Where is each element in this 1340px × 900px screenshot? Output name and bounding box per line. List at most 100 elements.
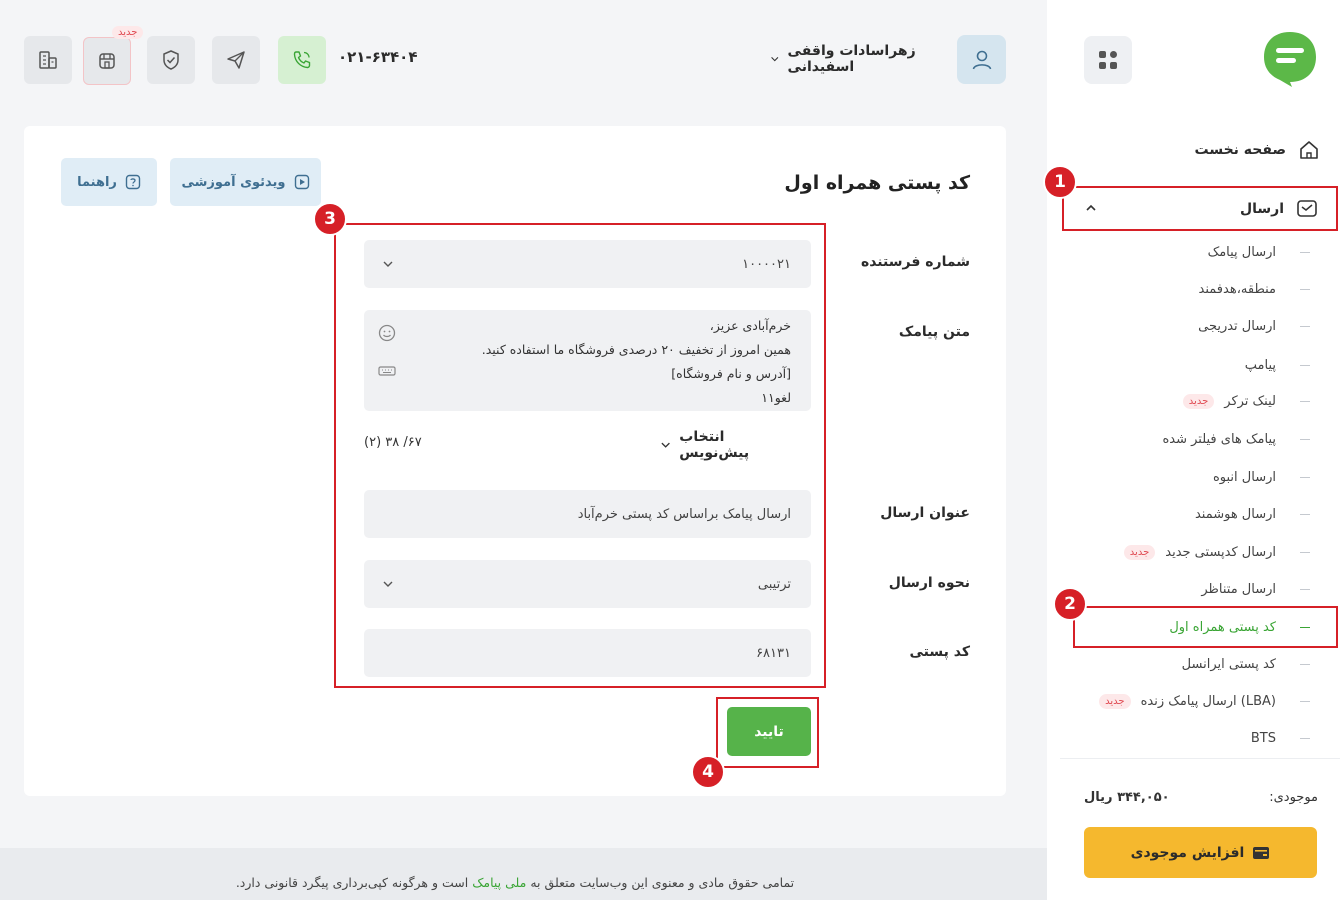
wallet-icon	[1253, 846, 1270, 859]
user-menu[interactable]: زهراسادات واقفی اسفیدانی	[770, 43, 946, 75]
sidebar-item-label: ارسال تدریجی	[1198, 318, 1276, 334]
sidebar-item-bulk-send[interactable]: ارسال انبوه	[1080, 465, 1310, 489]
call-support-button[interactable]	[278, 36, 326, 84]
dash-icon	[1300, 737, 1310, 739]
nav-home-label: صفحه نخست	[1194, 142, 1286, 158]
annotation-marker-2: 2	[1053, 587, 1087, 621]
chevron-up-icon	[1086, 204, 1096, 211]
footer-text-before: تمامی حقوق مادی و معنوی این وب‌سایت متعل…	[530, 875, 795, 890]
dash-icon	[1300, 400, 1310, 402]
dash-icon	[1300, 476, 1310, 478]
draft-template-label: انتخاب پیش‌نویس	[679, 429, 750, 461]
grid-icon	[1099, 51, 1117, 69]
chevron-down-icon	[383, 261, 393, 267]
new-badge: جدید	[1099, 693, 1131, 709]
sidebar-item-mci-postal[interactable]: کد پستی همراه اول	[1080, 615, 1310, 639]
telegram-button[interactable]	[212, 36, 260, 84]
sidebar-item-targeted-area[interactable]: منطقه،هدفمند	[1080, 277, 1310, 301]
send-method-select[interactable]: ترتیبی	[364, 560, 811, 608]
dash-icon	[1300, 251, 1310, 253]
sidebar-item-gradual-send[interactable]: ارسال تدریجی	[1080, 314, 1310, 338]
send-title-label: عنوان ارسال	[880, 505, 970, 521]
chevron-down-icon	[771, 57, 779, 62]
home-icon	[1300, 141, 1318, 159]
sidebar-item-new-postal-send[interactable]: جدید ارسال کدپستی جدید	[1080, 540, 1310, 564]
sidebar-item-label: ارسال پیامک زنده (LBA)	[1140, 693, 1276, 709]
sidebar-item-send-sms[interactable]: ارسال پیامک	[1080, 240, 1310, 264]
sidebar-item-smart-send[interactable]: ارسال هوشمند	[1080, 502, 1310, 526]
footer-text-after: است و هرگونه کپی‌برداری پیگرد قانونی دار…	[235, 875, 469, 890]
store-button[interactable]	[83, 37, 131, 85]
sidebar-item-label: ارسال هوشمند	[1194, 506, 1276, 522]
draft-template-select[interactable]: انتخاب پیش‌نویس	[660, 429, 792, 461]
sidebar-item-irancell-postal[interactable]: کد پستی ایرانسل	[1080, 652, 1310, 676]
sidebar-item-label: ارسال متناظر	[1201, 581, 1276, 597]
sidebar-item-bts[interactable]: BTS	[1080, 726, 1310, 750]
paper-plane-icon	[227, 51, 245, 69]
new-badge: جدید	[1123, 544, 1156, 560]
sidebar-item-lba-send[interactable]: جدید ارسال پیامک زنده (LBA)	[1080, 689, 1310, 713]
shop-icon	[99, 53, 115, 69]
character-counter: ۶۷/ ۳۸ (۲)	[364, 435, 422, 450]
tutorial-video-button[interactable]: ویدئوی آموزشی	[170, 158, 321, 206]
dash-icon	[1300, 438, 1310, 440]
phone-icon	[293, 51, 311, 69]
message-line: خرم‌آبادی عزیز،	[709, 318, 791, 333]
sidebar-item-label: ارسال انبوه	[1212, 469, 1276, 485]
play-icon	[294, 174, 309, 190]
user-icon	[972, 50, 991, 69]
postal-code-input[interactable]: ۶۸۱۳۱	[364, 629, 811, 677]
dash-icon	[1300, 364, 1310, 366]
help-button[interactable]: راهنما	[61, 158, 157, 206]
chevron-down-icon	[661, 442, 670, 448]
sidebar-item-label: کد پستی همراه اول	[1169, 619, 1276, 635]
postal-code-label: کد پستی	[909, 644, 970, 660]
sidebar-item-label: منطقه،هدفمند	[1198, 281, 1276, 297]
message-textarea[interactable]: خرم‌آبادی عزیز، همین امروز از تخفیف ۲۰ د…	[364, 310, 811, 411]
emoji-icon[interactable]	[378, 324, 396, 342]
guide-label: راهنما	[77, 174, 117, 190]
footer-brand-link[interactable]: ملی پیامک	[472, 875, 526, 890]
new-badge: جدید	[112, 26, 144, 39]
sidebar-item-label: BTS	[1250, 730, 1276, 746]
nav-send[interactable]: ارسال	[1062, 186, 1338, 231]
sidebar-item-link-tracker[interactable]: جدید لینک ترکر	[1080, 389, 1310, 413]
building-icon	[39, 51, 57, 69]
sidebar-item-label: ارسال پیامک	[1207, 244, 1276, 260]
new-badge: جدید	[1182, 393, 1215, 409]
apps-menu-button[interactable]	[1084, 36, 1132, 84]
dash-icon	[1300, 513, 1310, 515]
security-button[interactable]	[147, 36, 195, 84]
message-text-label: متن پیامک	[898, 324, 970, 340]
confirm-button[interactable]: تایید	[727, 707, 811, 756]
support-phone: ۰۲۱-۶۳۴۰۴	[338, 48, 418, 66]
send-title-input[interactable]: ارسال پیامک براساس کد پستی خرم‌آباد	[364, 490, 811, 538]
nav-home[interactable]: صفحه نخست	[1070, 136, 1320, 164]
sidebar-item-label: لینک ترکر	[1224, 393, 1276, 409]
message-line: [آدرس و نام فروشگاه]	[671, 366, 791, 381]
balance-label: موجودی:	[1269, 790, 1318, 805]
sidebar-item-matched-send[interactable]: ارسال متناظر	[1080, 577, 1310, 601]
dash-icon	[1300, 700, 1310, 702]
sidebar-item-payamp[interactable]: پیامپ	[1080, 353, 1310, 377]
annotation-marker-4: 4	[691, 755, 725, 789]
user-avatar[interactable]	[957, 35, 1006, 84]
message-line: همین امروز از تخفیف ۲۰ درصدی فروشگاه ما …	[481, 342, 791, 357]
dash-icon	[1300, 288, 1310, 290]
shield-icon	[163, 50, 179, 70]
dash-icon	[1300, 663, 1310, 665]
increase-balance-button[interactable]: افزایش موجودی	[1084, 827, 1317, 878]
question-icon	[125, 174, 141, 190]
logo-icon[interactable]	[1262, 30, 1318, 88]
sender-number-select[interactable]: ۱۰۰۰۰۲۱	[364, 240, 811, 288]
balance-value: ۳۴۴,۰۵۰ ریال	[1084, 790, 1170, 805]
video-label: ویدئوی آموزشی	[181, 174, 286, 190]
keyboard-icon[interactable]	[378, 364, 396, 378]
dash-icon	[1300, 551, 1310, 553]
buildings-button[interactable]	[24, 36, 72, 84]
send-method-label: نحوه ارسال	[888, 575, 970, 591]
message-line: لغو۱۱	[761, 390, 791, 405]
sidebar-item-filtered-sms[interactable]: پیامک های فیلتر شده	[1080, 427, 1310, 451]
footer	[0, 848, 1047, 900]
send-title-value: ارسال پیامک براساس کد پستی خرم‌آباد	[577, 506, 791, 522]
